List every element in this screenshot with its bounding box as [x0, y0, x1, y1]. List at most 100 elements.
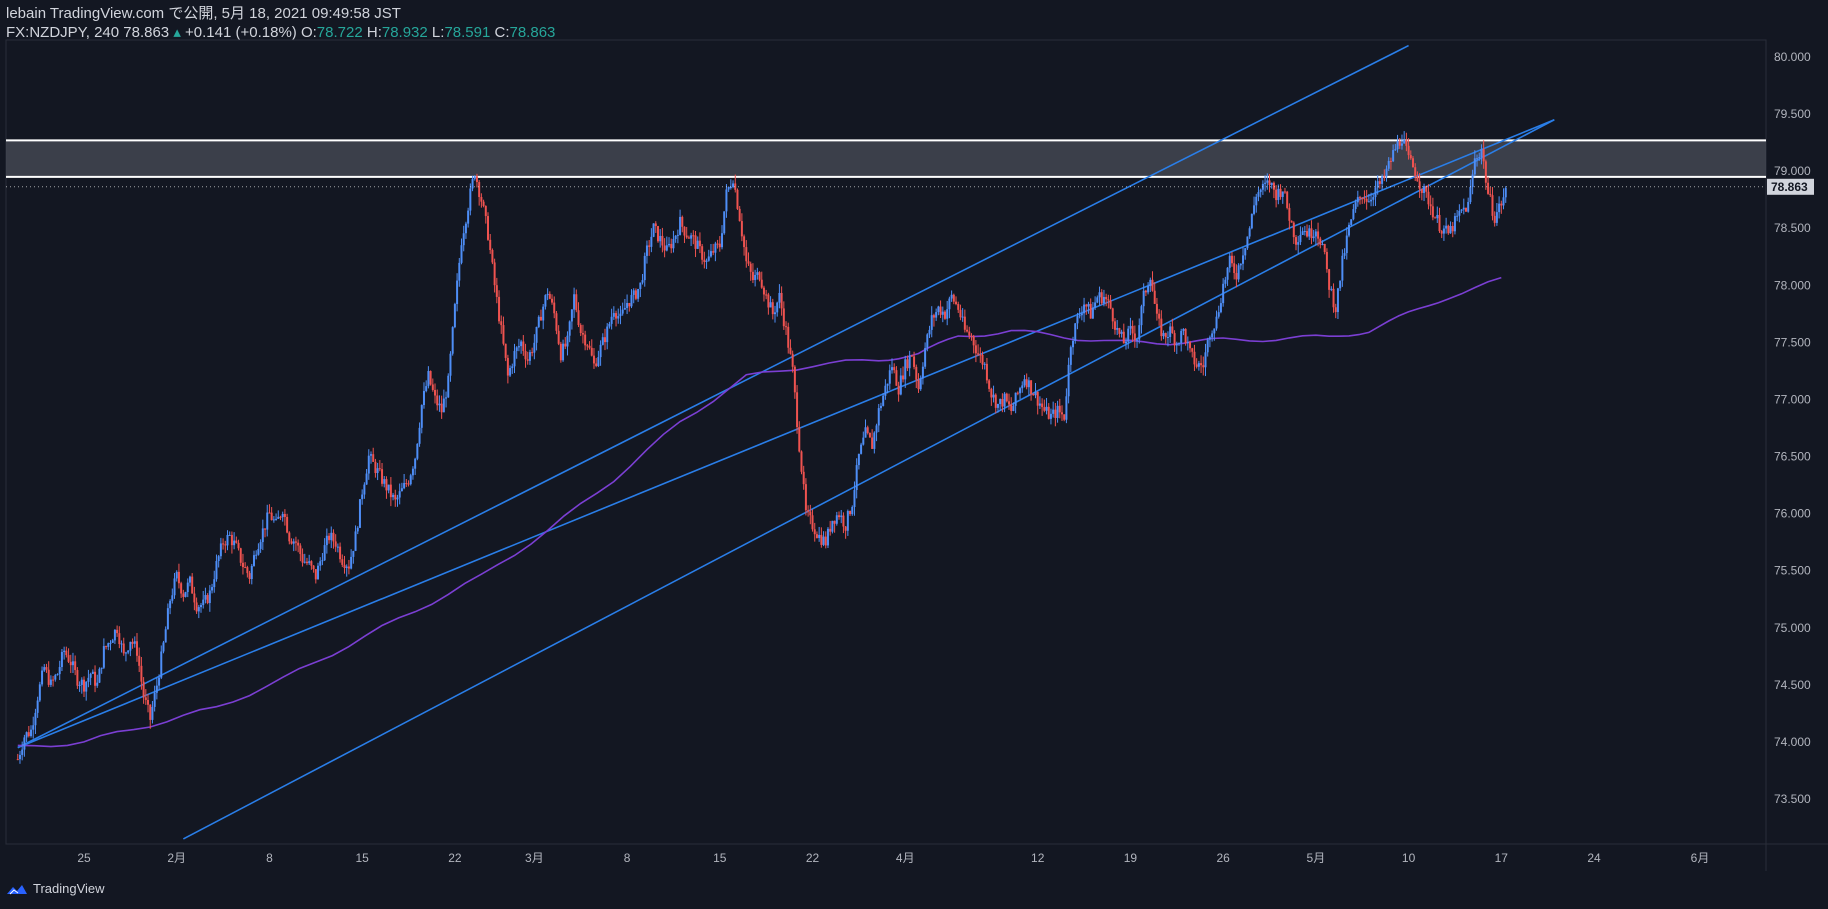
candle-body-491 — [1100, 292, 1103, 304]
candle-body-210 — [480, 196, 483, 202]
candle-body-117 — [275, 518, 278, 520]
time-tick-0: 25 — [77, 851, 91, 865]
candle-body-24 — [69, 661, 72, 666]
candle-body-512 — [1147, 286, 1150, 293]
candle-body-48 — [122, 643, 125, 654]
candle-body-151 — [350, 556, 353, 569]
candle-body-164 — [378, 468, 381, 470]
candle-body-563 — [1259, 189, 1262, 193]
candle-body-266 — [604, 337, 607, 343]
candle-body-51 — [129, 641, 132, 651]
candle-body-6 — [30, 729, 33, 737]
candle-body-261 — [592, 355, 595, 364]
candle-body-137 — [319, 561, 322, 566]
candle-body-201 — [460, 245, 463, 263]
candle-body-279 — [632, 290, 635, 295]
candle-body-482 — [1080, 313, 1083, 316]
candle-body-103 — [244, 567, 247, 569]
candle-body-337 — [760, 279, 763, 288]
candle-body-62 — [153, 692, 156, 707]
candle-body-571 — [1277, 188, 1280, 201]
candle-body-600 — [1341, 255, 1344, 281]
candle-body-624 — [1394, 149, 1397, 151]
price-tick-7: 76.500 — [1774, 450, 1811, 464]
candle-body-513 — [1149, 279, 1152, 287]
candle-body-170 — [392, 494, 395, 498]
candle-body-9 — [36, 700, 39, 713]
candle-body-212 — [484, 205, 487, 217]
candle-body-130 — [303, 561, 306, 563]
candle-body-572 — [1279, 188, 1282, 197]
candle-body-434 — [974, 345, 977, 354]
candle-body-630 — [1407, 145, 1410, 156]
candle-body-510 — [1142, 290, 1145, 307]
candle-body-94 — [224, 544, 227, 546]
candle-body-140 — [325, 535, 328, 546]
candle-body-344 — [776, 302, 779, 313]
candle-body-330 — [745, 247, 748, 262]
candle-body-196 — [449, 353, 452, 376]
price-chart[interactable]: 80.000 79.500 79.000 78.500 78.000 77.500 77.0… — [0, 0, 1828, 909]
candle-body-653 — [1458, 210, 1461, 216]
candle-body-348 — [785, 326, 788, 328]
candle-body-4 — [25, 732, 28, 738]
candle-body-272 — [617, 316, 620, 319]
candle-body-79 — [191, 576, 194, 594]
candle-body-546 — [1222, 283, 1225, 304]
candle-body-570 — [1275, 189, 1278, 201]
candle-body-339 — [765, 294, 768, 296]
candle-body-91 — [217, 556, 220, 562]
candle-body-246 — [559, 343, 562, 361]
candle-body-35 — [94, 671, 97, 686]
candle-body-128 — [299, 545, 302, 555]
candle-body-38 — [100, 667, 103, 669]
candle-body-539 — [1206, 339, 1209, 353]
candle-body-622 — [1389, 160, 1392, 162]
footer-branding[interactable]: TradingView — [6, 881, 105, 896]
candle-body-351 — [791, 353, 794, 367]
candle-body-165 — [381, 469, 384, 484]
candle-body-194 — [445, 397, 448, 399]
candle-body-592 — [1323, 243, 1326, 252]
candle-body-594 — [1328, 269, 1331, 290]
last-price-label: 78.863 — [1771, 180, 1808, 194]
candle-body-371 — [835, 515, 838, 524]
candle-body-669 — [1493, 215, 1496, 223]
candle-body-447 — [1003, 393, 1006, 407]
candle-body-263 — [597, 357, 600, 366]
candle-body-469 — [1052, 409, 1055, 414]
candle-body-328 — [740, 221, 743, 237]
candle-body-286 — [648, 245, 651, 247]
candle-body-144 — [334, 541, 337, 547]
candle-body-515 — [1153, 290, 1156, 304]
candle-body-451 — [1012, 405, 1015, 412]
candle-body-243 — [553, 302, 556, 314]
candle-body-47 — [120, 643, 123, 645]
price-tick-0: 80.000 — [1774, 50, 1811, 64]
candle-body-108 — [255, 554, 258, 556]
candle-body-486 — [1089, 303, 1092, 319]
candle-body-254 — [577, 310, 580, 326]
candle-body-98 — [233, 540, 236, 546]
candle-body-225 — [513, 350, 516, 367]
candle-body-270 — [612, 313, 615, 317]
candle-body-166 — [383, 479, 386, 484]
candle-body-315 — [712, 251, 715, 253]
candle-body-576 — [1288, 207, 1291, 221]
candle-body-628 — [1403, 140, 1406, 144]
candle-body-72 — [175, 571, 178, 579]
candle-body-535 — [1197, 363, 1200, 367]
candle-body-112 — [264, 528, 267, 530]
candle-body-245 — [557, 330, 560, 344]
candle-body-502 — [1125, 341, 1128, 344]
candle-body-90 — [215, 561, 218, 580]
candle-body-495 — [1109, 300, 1112, 309]
time-tick-11: 19 — [1124, 851, 1138, 865]
candle-body-507 — [1136, 339, 1139, 341]
candle-body-264 — [599, 344, 602, 358]
price-tick-9: 75.500 — [1774, 564, 1811, 578]
candle-body-252 — [573, 294, 576, 310]
candle-body-580 — [1297, 242, 1300, 245]
candle-body-506 — [1133, 333, 1136, 340]
candle-body-444 — [996, 403, 999, 408]
